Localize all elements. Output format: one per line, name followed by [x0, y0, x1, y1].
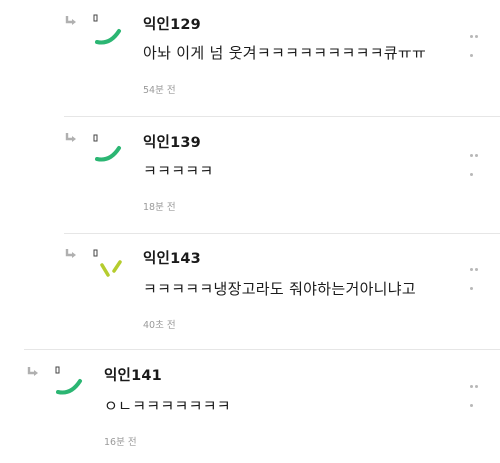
reply-arrow-icon: [65, 16, 76, 25]
more-options-icon[interactable]: [470, 23, 484, 57]
comment-text: ㅋㅋㅋㅋㅋ냉장고라도 줘야하는거아니냐고: [143, 280, 416, 298]
reply-arrow-icon: [27, 367, 38, 376]
divider: [24, 349, 500, 350]
avatar[interactable]: [53, 364, 85, 396]
comment-author[interactable]: 익인143: [143, 247, 201, 268]
more-options-icon[interactable]: [470, 373, 484, 407]
more-options-icon[interactable]: [470, 256, 484, 290]
comment-timestamp: 16분 전: [104, 437, 137, 448]
comment-text: ㅋㅋㅋㅋㅋ: [143, 162, 214, 180]
comment-author[interactable]: 익인141: [104, 364, 162, 385]
avatar[interactable]: [92, 131, 124, 163]
comment-text: ㅇㄴㅋㅋㅋㅋㅋㅋㅋ: [104, 397, 231, 415]
divider: [64, 116, 500, 117]
comment-author[interactable]: 익인129: [143, 13, 201, 34]
comment-timestamp: 40초 전: [143, 320, 176, 331]
more-options-icon[interactable]: [470, 142, 484, 176]
reply-arrow-icon: [65, 249, 76, 258]
avatar[interactable]: [92, 247, 124, 279]
comment-text: 아놔 이게 넘 웃겨ㅋㅋㅋㅋㅋㅋㅋㅋㅋ큐ㅠㅠ: [143, 44, 427, 62]
avatar[interactable]: [92, 14, 124, 46]
comment-author[interactable]: 익인139: [143, 131, 201, 152]
divider: [64, 233, 500, 234]
reply-arrow-icon: [65, 133, 76, 142]
comment-timestamp: 18분 전: [143, 202, 176, 213]
comment-timestamp: 54분 전: [143, 85, 176, 96]
